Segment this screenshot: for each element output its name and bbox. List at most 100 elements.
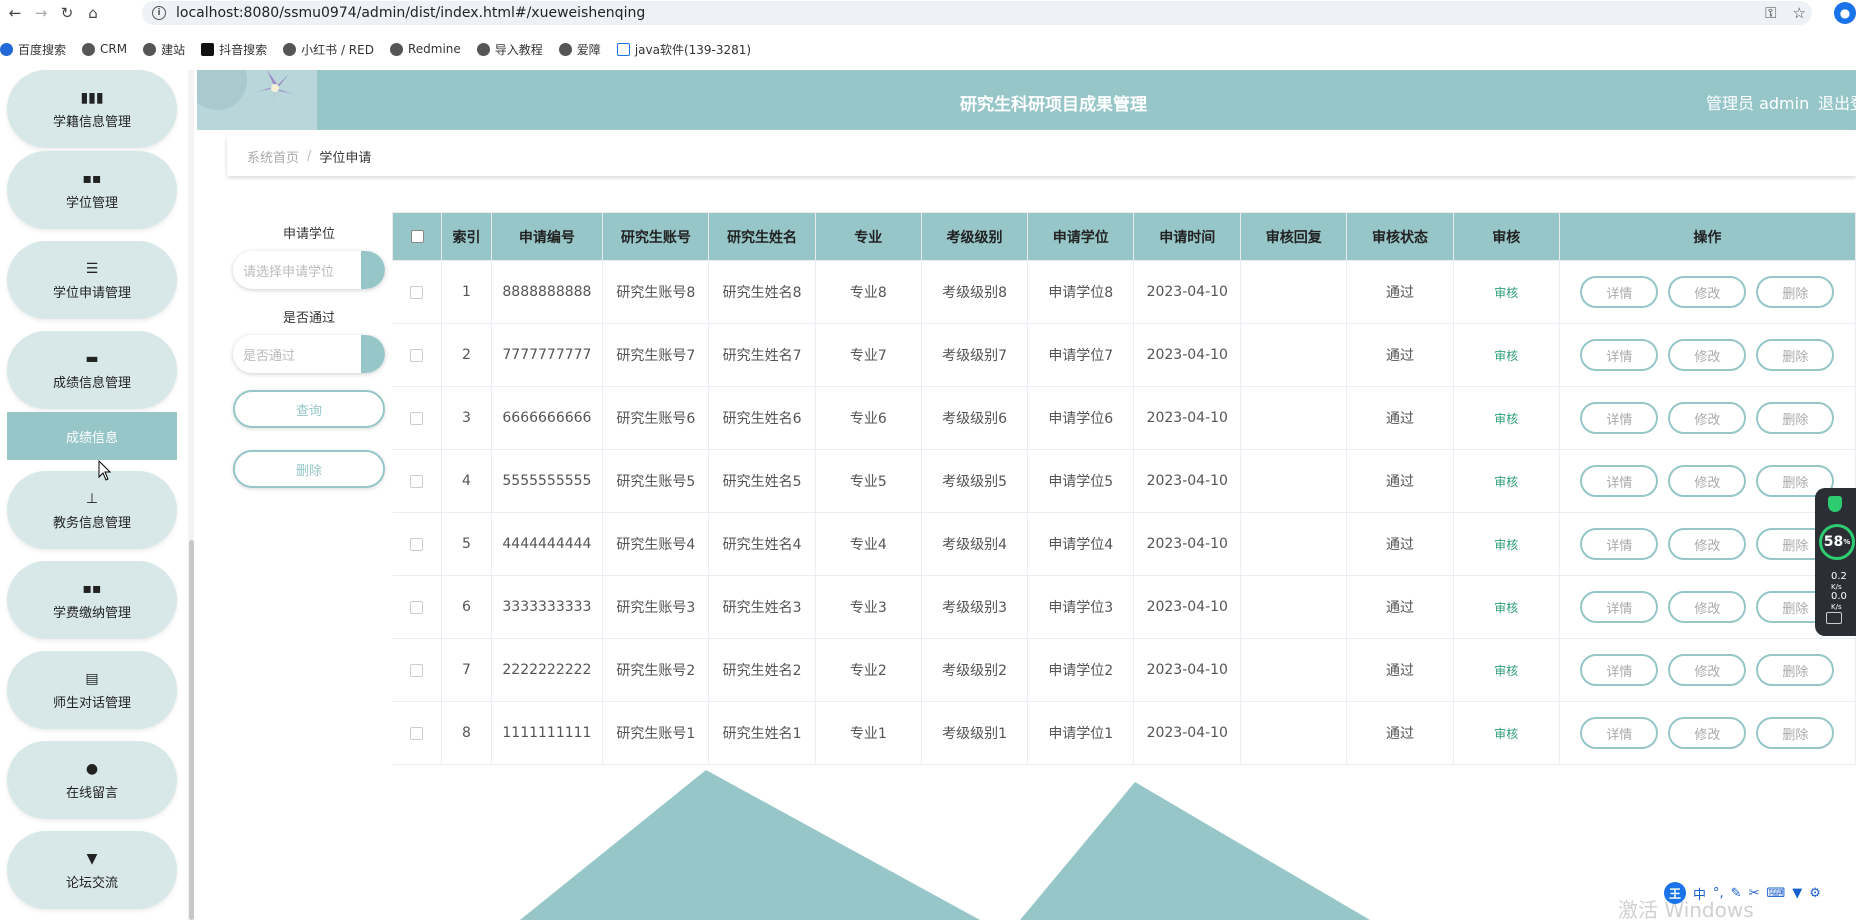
edit-button[interactable]: 修改 (1668, 717, 1747, 749)
bookmark-jianzhan[interactable]: 建站 (143, 41, 185, 58)
sidebar-item-grades[interactable]: ▬ 成绩信息管理 (7, 331, 177, 409)
key-icon[interactable]: ⚿ (1765, 4, 1776, 22)
globe-icon (283, 42, 297, 56)
detail-button[interactable]: 详情 (1580, 276, 1659, 308)
detail-button[interactable]: 详情 (1580, 465, 1659, 497)
detail-button[interactable]: 详情 (1580, 717, 1659, 749)
sidebar-item-forum[interactable]: ▼ 论坛交流 (7, 831, 177, 909)
delete-button[interactable]: 删除 (1756, 402, 1835, 434)
logout-button[interactable]: 退出登 (1818, 90, 1856, 114)
address-bar[interactable]: i localhost:8080/ssmu0974/admin/dist/ind… (142, 1, 1812, 25)
pass-filter-label: 是否通过 (282, 311, 335, 326)
delete-button[interactable]: 删除 (1756, 339, 1835, 371)
site-info-icon[interactable]: i (152, 6, 166, 20)
punctuation-icon[interactable]: °, (1713, 886, 1724, 901)
edit-button[interactable]: 修改 (1668, 465, 1747, 497)
delete-button[interactable]: 删除 (1756, 717, 1835, 749)
usage-percent: 58 (1823, 534, 1844, 550)
bookmark-redmine[interactable]: Redmine (389, 42, 461, 56)
sidebar-item-tuition[interactable]: ▪▪ 学费缴纳管理 (7, 561, 177, 639)
shirt-icon[interactable]: ▼ (1792, 886, 1802, 901)
row-checkbox[interactable] (410, 600, 424, 614)
audit-link[interactable]: 审核 (1494, 286, 1518, 300)
edit-button[interactable]: 修改 (1668, 654, 1747, 686)
edit-button[interactable]: 修改 (1668, 339, 1747, 371)
row-checkbox[interactable] (410, 411, 424, 425)
star-icon[interactable]: ☆ (1793, 4, 1806, 22)
ime-lang[interactable]: 中 (1693, 884, 1706, 903)
table-cell-account: 研究生账号2 (602, 638, 710, 702)
audit-link[interactable]: 审核 (1494, 664, 1518, 678)
system-monitor-widget[interactable]: 58% 0.2 K/s 0.0 K/s (1815, 488, 1856, 636)
edit-button[interactable]: 修改 (1668, 528, 1747, 560)
detail-button[interactable]: 详情 (1580, 339, 1659, 371)
table-cell-code: 6666666666 (491, 386, 604, 450)
bookmark-aizhang[interactable]: 爱障 (558, 41, 601, 58)
sidebar-item-degree-application[interactable]: ☰ 学位申请管理 (7, 241, 177, 319)
audit-link[interactable]: 审核 (1494, 349, 1518, 363)
audit-link[interactable]: 审核 (1494, 412, 1518, 426)
sidebar-item-dialogue[interactable]: ▤ 师生对话管理 (7, 651, 177, 729)
audit-link[interactable]: 审核 (1494, 475, 1518, 489)
delete-button[interactable]: 删除 (1756, 654, 1835, 686)
table-cell-audit: 审核 (1453, 260, 1560, 324)
column-header: 审核状态 (1346, 212, 1454, 261)
sidebar-item-academic-affairs[interactable]: ⊥ 教务信息管理 (7, 471, 177, 549)
table-row: 2 7777777777 研究生账号7 研究生姓名7 专业7 考级级别7 申请学位7 2023… (392, 323, 1856, 387)
row-checkbox[interactable] (410, 726, 424, 740)
ime-logo-icon[interactable]: 王 (1664, 882, 1686, 904)
audit-link[interactable]: 审核 (1494, 601, 1518, 615)
query-button[interactable]: 查询 (233, 390, 385, 428)
row-checkbox[interactable] (410, 537, 424, 551)
tv-icon (616, 42, 630, 56)
row-checkbox[interactable] (410, 474, 424, 488)
select-all-checkbox[interactable] (410, 230, 424, 243)
back-icon[interactable]: ← (4, 2, 26, 24)
audit-link[interactable]: 审核 (1494, 538, 1518, 552)
delete-button[interactable]: 删除 (1756, 276, 1835, 308)
table-cell-code: 8888888888 (491, 260, 604, 324)
edit-button[interactable]: 修改 (1668, 591, 1747, 623)
table-cell-status: 通过 (1346, 638, 1454, 702)
bookmark-import-tutorial[interactable]: 导入教程 (476, 41, 543, 58)
degree-select[interactable]: 请选择申请学位 (233, 251, 385, 289)
column-header: 索引 (441, 212, 492, 261)
row-checkbox[interactable] (410, 663, 424, 677)
table-row: 1 8888888888 研究生账号8 研究生姓名8 专业8 考级级别8 申请学位8 2023… (392, 260, 1856, 324)
bookmark-xiaohongshu[interactable]: 小红书 / RED (283, 41, 374, 58)
detail-button[interactable]: 详情 (1580, 654, 1659, 686)
scissors-icon[interactable]: ✂ (1749, 886, 1760, 901)
edit-button[interactable]: 修改 (1668, 276, 1747, 308)
detail-button[interactable]: 详情 (1580, 528, 1659, 560)
edit-button[interactable]: 修改 (1668, 402, 1747, 434)
bookmark-baidu[interactable]: 百度搜索 (0, 41, 66, 58)
sidebar-item-degree[interactable]: ▪▪ 学位管理 (7, 151, 177, 229)
detail-button[interactable]: 详情 (1580, 591, 1659, 623)
breadcrumb-home[interactable]: 系统首页 (247, 147, 299, 166)
detail-button[interactable]: 详情 (1580, 402, 1659, 434)
pass-select[interactable]: 是否通过 (233, 335, 385, 373)
batch-delete-button[interactable]: 删除 (233, 450, 385, 488)
settings-icon[interactable]: ⚙ (1809, 886, 1821, 901)
profile-avatar-icon[interactable]: ● (1834, 2, 1856, 24)
bookmark-crm[interactable]: CRM (82, 42, 127, 56)
column-header: 审核 (1452, 212, 1560, 261)
reload-icon[interactable]: ↻ (56, 2, 78, 24)
sidebar-subitem-grades[interactable]: 成绩信息 (7, 412, 177, 460)
row-checkbox[interactable] (410, 285, 424, 299)
table-cell-level: 考级级别6 (921, 386, 1029, 450)
bookmark-douyin[interactable]: 抖音搜索 (201, 41, 267, 58)
forward-icon[interactable]: → (30, 2, 52, 24)
row-checkbox[interactable] (410, 348, 424, 362)
table-row: 7 2222222222 研究生账号2 研究生姓名2 专业2 考级级别2 申请学位2 2023… (392, 638, 1856, 702)
keyboard-icon[interactable]: ⌨ (1766, 886, 1785, 901)
table-header-row: 索引 申请编号 研究生账号 研究生姓名 专业 考级级别 申请学位 申请时间 审核… (391, 212, 1856, 261)
home-icon[interactable]: ⌂ (82, 2, 104, 24)
degree-select-placeholder: 请选择申请学位 (243, 264, 335, 280)
bookmark-java[interactable]: java软件(139-3281) (616, 41, 751, 58)
pen-icon[interactable]: ✎ (1731, 886, 1742, 901)
sidebar-scrollbar-thumb[interactable] (189, 540, 194, 920)
sidebar-item-messages[interactable]: ● 在线留言 (7, 741, 177, 819)
audit-link[interactable]: 审核 (1494, 727, 1518, 741)
sidebar-item-student-records[interactable]: ▮▮▮ 学籍信息管理 (7, 70, 177, 148)
